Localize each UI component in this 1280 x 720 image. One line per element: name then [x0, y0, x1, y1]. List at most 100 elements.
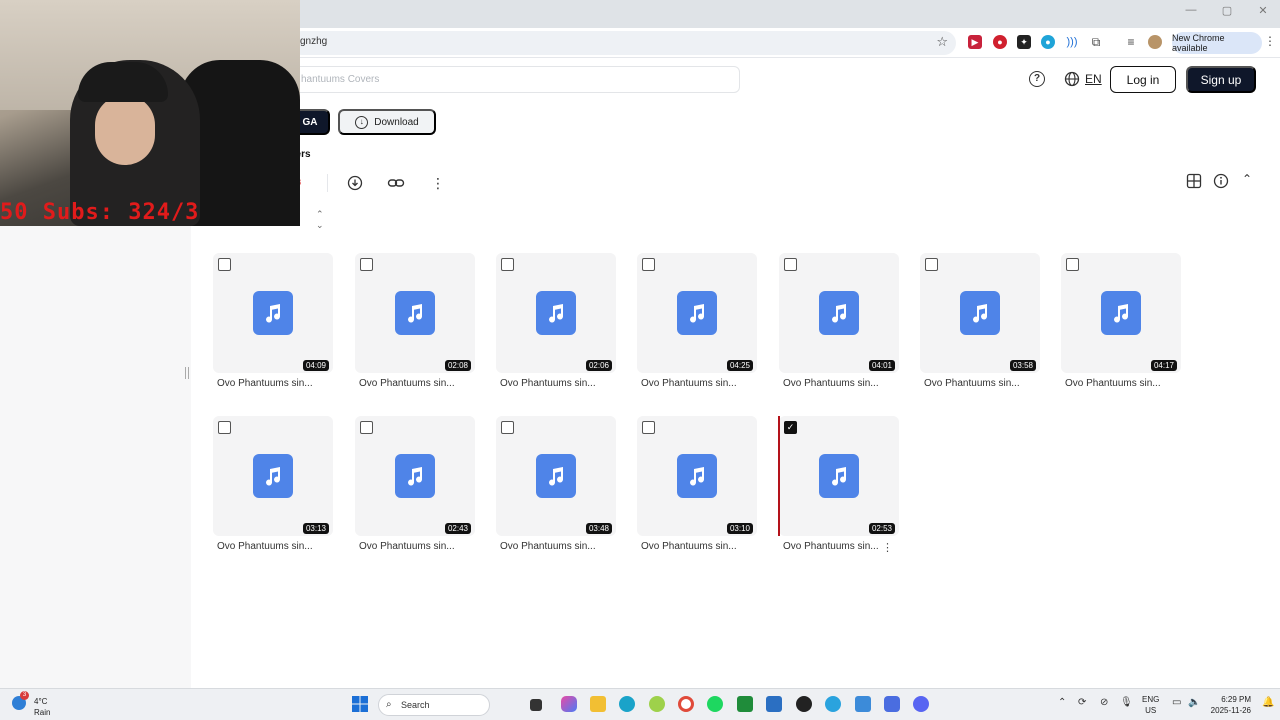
reading-list-icon[interactable]: ≡: [1124, 35, 1138, 49]
file-explorer-icon[interactable]: [590, 696, 606, 712]
lang-line2: US: [1145, 706, 1157, 715]
file-tile[interactable]: 04:25 Ovo Phantuums sin...: [637, 253, 757, 393]
download-all-icon[interactable]: [347, 175, 363, 194]
file-checkbox[interactable]: [1066, 258, 1079, 271]
help-icon[interactable]: ?: [1029, 71, 1045, 87]
music-note-icon: [536, 454, 576, 498]
xbox-icon[interactable]: [737, 696, 753, 712]
extension-icon-3[interactable]: ✦: [1017, 35, 1031, 49]
language-selector[interactable]: EN: [1085, 72, 1102, 86]
site-search-input[interactable]: hantuums Covers: [290, 66, 740, 93]
spotify-icon[interactable]: [707, 696, 723, 712]
file-checkbox[interactable]: ✓: [784, 421, 797, 434]
volume-icon[interactable]: 🔈: [1188, 697, 1200, 708]
signup-button[interactable]: Sign up: [1186, 66, 1256, 93]
notification-icon[interactable]: 🔔: [1262, 697, 1274, 708]
duration-badge: 02:53: [868, 523, 895, 534]
maximize-icon[interactable]: ▢: [1220, 4, 1234, 17]
file-checkbox[interactable]: [784, 258, 797, 271]
duration-badge: 03:58: [1009, 360, 1036, 371]
file-more-icon[interactable]: ⋮: [882, 541, 893, 554]
download-button[interactable]: ↓ Download: [338, 109, 436, 135]
snipping-tool-icon[interactable]: [855, 696, 871, 712]
edge-icon[interactable]: [619, 696, 635, 712]
microphone-icon[interactable]: 🎙: [1120, 697, 1133, 708]
minimize-icon[interactable]: —: [1184, 4, 1198, 17]
file-tile[interactable]: 02:08 Ovo Phantuums sin...: [355, 253, 475, 393]
file-tile[interactable]: 03:10 Ovo Phantuums sin...: [637, 416, 757, 556]
file-tile[interactable]: 02:06 Ovo Phantuums sin...: [496, 253, 616, 393]
extension-icon-1[interactable]: ▶: [968, 35, 982, 49]
chrome-icon[interactable]: [678, 696, 694, 712]
file-tile[interactable]: ✓ 02:53 Ovo Phantuums sin... ⋮: [778, 416, 899, 556]
notepad-icon[interactable]: [766, 696, 782, 712]
file-name[interactable]: Ovo Phantuums sin...: [641, 378, 737, 389]
file-name[interactable]: Ovo Phantuums sin...: [783, 541, 879, 552]
lang-line1: ENG: [1142, 695, 1160, 704]
file-name[interactable]: Ovo Phantuums sin...: [924, 378, 1020, 389]
telegram-icon[interactable]: [825, 696, 841, 712]
puzzle-extensions-icon[interactable]: ⧉: [1089, 35, 1103, 49]
copilot-icon[interactable]: [561, 696, 577, 712]
task-view-icon[interactable]: [530, 699, 542, 711]
more-options-icon[interactable]: ⋮: [431, 175, 445, 192]
download-icon: ↓: [355, 115, 369, 129]
address-bar[interactable]: gnzhg ☆: [290, 31, 956, 55]
file-tile[interactable]: 04:09 Ovo Phantuums sin...: [213, 253, 333, 393]
file-checkbox[interactable]: [501, 258, 514, 271]
file-checkbox[interactable]: [925, 258, 938, 271]
sort-toggle-icon[interactable]: ⌃ ⌄: [316, 209, 324, 231]
file-checkbox[interactable]: [218, 258, 231, 271]
file-checkbox[interactable]: [501, 421, 514, 434]
start-button[interactable]: [352, 696, 368, 712]
file-name[interactable]: Ovo Phantuums sin...: [359, 378, 455, 389]
link-icon[interactable]: [387, 175, 405, 194]
file-checkbox[interactable]: [642, 258, 655, 271]
file-checkbox[interactable]: [642, 421, 655, 434]
extension-icon-5[interactable]: ))): [1065, 35, 1079, 49]
login-button[interactable]: Log in: [1110, 66, 1176, 93]
file-tile[interactable]: 03:58 Ovo Phantuums sin...: [920, 253, 1040, 393]
grid-view-icon[interactable]: [1186, 173, 1202, 192]
webcam-cap: [78, 62, 168, 102]
file-tile[interactable]: 02:43 Ovo Phantuums sin...: [355, 416, 475, 556]
taskbar-search[interactable]: ⌕ Search: [378, 694, 490, 716]
discord-icon[interactable]: [913, 696, 929, 712]
monitor-icon[interactable]: ▭: [1172, 697, 1181, 708]
file-name[interactable]: Ovo Phantuums sin...: [1065, 378, 1161, 389]
file-tile[interactable]: 03:48 Ovo Phantuums sin...: [496, 416, 616, 556]
extension-icon-2[interactable]: ●: [993, 35, 1007, 49]
info-icon[interactable]: [1213, 173, 1229, 192]
file-checkbox[interactable]: [360, 258, 373, 271]
sidebar-resize-handle[interactable]: [185, 367, 189, 379]
file-name[interactable]: Ovo Phantuums sin...: [217, 541, 313, 552]
new-chrome-available-button[interactable]: New Chrome available: [1172, 32, 1262, 54]
obs-icon[interactable]: [796, 696, 812, 712]
chrome-menu-icon[interactable]: ⋮: [1264, 34, 1276, 48]
system-clock[interactable]: 6:29 PM 2025-11-26: [1206, 694, 1251, 716]
sync-icon[interactable]: ⟳: [1078, 697, 1086, 708]
network-off-icon[interactable]: ⊘: [1100, 697, 1108, 708]
file-tile[interactable]: 04:01 Ovo Phantuums sin...: [779, 253, 899, 393]
input-language[interactable]: ENG US: [1142, 694, 1159, 716]
extension-icon-4[interactable]: ●: [1041, 35, 1055, 49]
bookmark-star-icon[interactable]: ☆: [936, 34, 948, 50]
tray-chevron-icon[interactable]: ⌃: [1058, 697, 1066, 708]
file-name[interactable]: Ovo Phantuums sin...: [783, 378, 879, 389]
file-checkbox[interactable]: [218, 421, 231, 434]
profile-avatar[interactable]: [1148, 35, 1162, 49]
globe-icon[interactable]: [1064, 71, 1080, 87]
collapse-chevron-icon[interactable]: ⌃: [1242, 172, 1252, 186]
file-name[interactable]: Ovo Phantuums sin...: [500, 541, 596, 552]
music-note-icon: [960, 291, 1000, 335]
file-name[interactable]: Ovo Phantuums sin...: [500, 378, 596, 389]
file-tile[interactable]: 04:17 Ovo Phantuums sin...: [1061, 253, 1181, 393]
file-tile[interactable]: 03:13 Ovo Phantuums sin...: [213, 416, 333, 556]
file-name[interactable]: Ovo Phantuums sin...: [217, 378, 313, 389]
file-name[interactable]: Ovo Phantuums sin...: [359, 541, 455, 552]
close-icon[interactable]: ✕: [1256, 4, 1270, 17]
app-icon-14[interactable]: [884, 696, 900, 712]
file-checkbox[interactable]: [360, 421, 373, 434]
file-name[interactable]: Ovo Phantuums sin...: [641, 541, 737, 552]
app-icon-7[interactable]: [649, 696, 665, 712]
